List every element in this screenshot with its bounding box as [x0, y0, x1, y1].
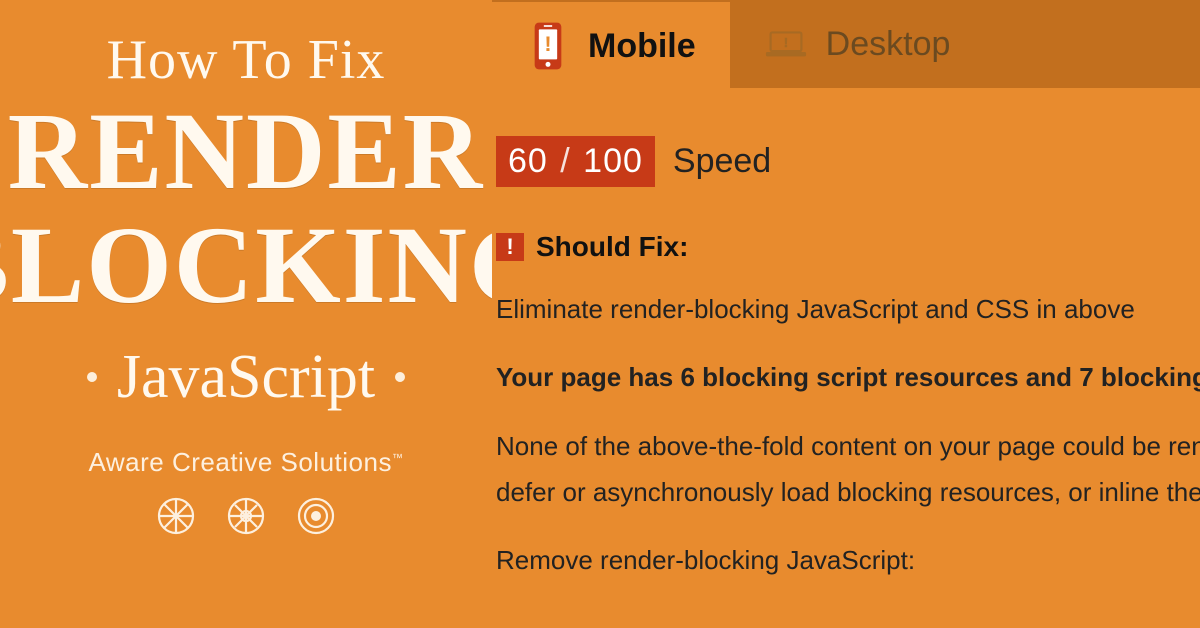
rec-line-2: Your page has 6 blocking script resource… [496, 357, 1198, 397]
title-script: JavaScript [117, 342, 375, 413]
score-row: 60 / 100 Speed [496, 136, 1198, 187]
rec-line-1: Eliminate render-blocking JavaScript and… [496, 289, 1198, 329]
pagespeed-content: 60 / 100 Speed ! Should Fix: Eliminate r… [494, 104, 1200, 628]
recommendation-body: Eliminate render-blocking JavaScript and… [496, 289, 1198, 580]
mobile-icon: ! [526, 19, 570, 73]
score-badge: 60 / 100 [496, 136, 655, 187]
rec-line-5: Remove render-blocking JavaScript: [496, 540, 1198, 580]
score-of: 100 [583, 142, 643, 180]
brand-tm: ™ [392, 452, 404, 464]
svg-text:!: ! [544, 31, 551, 56]
score-label: Speed [673, 142, 771, 181]
dot-icon [395, 372, 405, 382]
citrus-icon [226, 496, 266, 536]
tab-desktop[interactable]: ! Desktop [730, 0, 985, 88]
tab-mobile[interactable]: ! Mobile [492, 2, 730, 88]
device-tabs: ! Mobile ! Desktop [492, 0, 1200, 88]
brand-name: Aware Creative Solutions™ [89, 447, 404, 478]
page: How To Fix RENDER BLOCKING JavaScript Aw… [0, 0, 1200, 628]
rec-line-4: defer or asynchronously load blocking re… [496, 472, 1198, 512]
alert-icon: ! [496, 233, 524, 261]
title-howto: How To Fix [107, 28, 386, 92]
dot-icon [87, 372, 97, 382]
title-line1: RENDER [8, 98, 485, 206]
score-value: 60 [508, 142, 548, 180]
rec-line-3: None of the above-the-fold content on yo… [496, 426, 1198, 466]
target-icon [296, 496, 336, 536]
compass-icon [156, 496, 196, 536]
title-panel: How To Fix RENDER BLOCKING JavaScript Aw… [0, 0, 492, 628]
tab-mobile-label: Mobile [588, 27, 696, 66]
desktop-icon: ! [764, 17, 808, 71]
brand-text: Aware Creative Solutions [89, 447, 392, 477]
brand-icons [156, 496, 336, 536]
pagespeed-panel: ! Mobile ! Desktop 60 / 100 [492, 0, 1200, 628]
svg-text:!: ! [783, 35, 787, 50]
should-fix-label: Should Fix: [536, 231, 688, 263]
tab-desktop-label: Desktop [826, 25, 951, 64]
should-fix-row: ! Should Fix: [496, 231, 1198, 263]
title-rule: JavaScript [87, 342, 405, 413]
title-line2: BLOCKING [0, 212, 557, 320]
